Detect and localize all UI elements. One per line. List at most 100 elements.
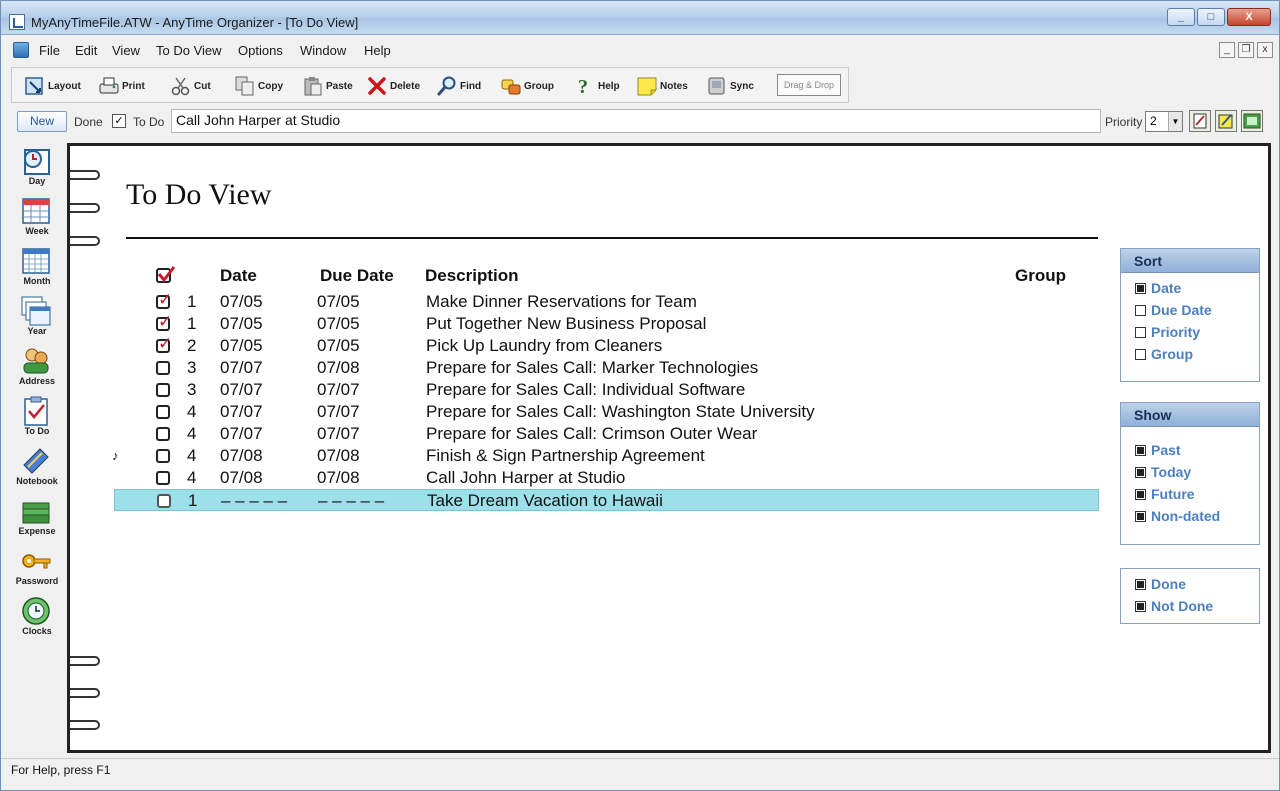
show-option-today[interactable]: Today: [1121, 461, 1259, 483]
copy-button[interactable]: Copy: [234, 72, 283, 100]
todo-done-checkbox[interactable]: [156, 361, 170, 375]
nav-clocks[interactable]: Clocks: [9, 593, 65, 643]
sort-option-due-date[interactable]: Due Date: [1121, 299, 1259, 321]
column-header-group[interactable]: Group: [1015, 266, 1066, 286]
nav-month[interactable]: Month: [9, 243, 65, 293]
delete-button[interactable]: Delete: [366, 72, 420, 100]
todo-row[interactable]: 2 07/05 07/05 Pick Up Laundry from Clean…: [114, 334, 1099, 357]
title-divider: [126, 237, 1098, 239]
todo-done-checkbox[interactable]: [156, 312, 172, 332]
option-checkbox[interactable]: [1135, 305, 1146, 316]
todo-row[interactable]: 3 07/07 07/08 Prepare for Sales Call: Ma…: [114, 357, 1099, 379]
column-header-date[interactable]: Date: [220, 266, 257, 286]
new-button[interactable]: New: [17, 111, 67, 132]
minimize-button[interactable]: _: [1167, 8, 1195, 26]
help-button[interactable]: ? Help: [574, 72, 620, 100]
option-checkbox[interactable]: [1135, 467, 1146, 478]
show-option-past[interactable]: Past: [1121, 439, 1259, 461]
todo-row[interactable]: 1 07/05 07/05 Put Together New Business …: [114, 312, 1099, 335]
nav-password[interactable]: Password: [9, 543, 65, 593]
todo-done-checkbox[interactable]: [156, 383, 170, 397]
app-icon[interactable]: [9, 14, 25, 30]
menu-view[interactable]: View: [112, 43, 140, 58]
menu-todo-view[interactable]: To Do View: [156, 43, 222, 58]
todo-done-checkbox[interactable]: [156, 405, 170, 419]
todo-row[interactable]: 3 07/07 07/07 Prepare for Sales Call: In…: [114, 379, 1099, 401]
todo-description: Prepare for Sales Call: Crimson Outer We…: [426, 424, 758, 443]
todo-done-checkbox[interactable]: [157, 494, 171, 508]
option-checkbox[interactable]: [1135, 349, 1146, 360]
layout-button[interactable]: Layout: [24, 72, 81, 100]
column-header-due-date[interactable]: Due Date: [320, 266, 394, 286]
find-button[interactable]: Find: [436, 72, 481, 100]
header-done-check-icon[interactable]: [156, 264, 176, 289]
print-button[interactable]: Print: [98, 72, 145, 100]
option-checkbox[interactable]: [1135, 445, 1146, 456]
todo-priority: 1: [187, 314, 197, 333]
show-option-future[interactable]: Future: [1121, 483, 1259, 505]
filter-option-not-done[interactable]: Not Done: [1121, 595, 1259, 617]
menu-help[interactable]: Help: [364, 43, 391, 58]
todo-done-checkbox[interactable]: [156, 427, 170, 441]
show-option-non-dated[interactable]: Non-dated: [1121, 505, 1259, 527]
drag-drop-target[interactable]: Drag & Drop: [777, 74, 841, 96]
todo-done-checkbox[interactable]: [156, 290, 172, 310]
printer-icon: [98, 75, 120, 97]
todo-due-date: 07/07: [317, 380, 360, 399]
todo-row[interactable]: 1 07/05 07/05 Make Dinner Reservations f…: [114, 290, 1099, 313]
todo-row[interactable]: 4 07/07 07/07 Prepare for Sales Call: Cr…: [114, 423, 1099, 445]
option-checkbox[interactable]: [1135, 579, 1146, 590]
option-checkbox[interactable]: [1135, 601, 1146, 612]
todo-row[interactable]: 4 07/08 07/08 Call John Harper at Studio: [114, 467, 1099, 489]
sort-option-date[interactable]: Date: [1121, 277, 1259, 299]
todo-row[interactable]: 4 07/07 07/07 Prepare for Sales Call: Wa…: [114, 401, 1099, 423]
close-button[interactable]: X: [1227, 8, 1271, 26]
menu-edit[interactable]: Edit: [75, 43, 97, 58]
menu-options[interactable]: Options: [238, 43, 283, 58]
todo-description: Prepare for Sales Call: Marker Technolog…: [426, 358, 759, 377]
mdi-close-button[interactable]: x: [1257, 42, 1273, 58]
todo-description-input[interactable]: Call John Harper at Studio: [171, 109, 1101, 133]
option-checkbox[interactable]: [1135, 327, 1146, 338]
todo-row[interactable]: ♪ 4 07/08 07/08 Finish & Sign Partnershi…: [112, 445, 1099, 467]
quick-entry-row: New Done ✓ To Do Call John Harper at Stu…: [11, 109, 1273, 135]
option-checkbox[interactable]: [1135, 511, 1146, 522]
sort-option-group[interactable]: Group: [1121, 343, 1259, 365]
edit-note-icon[interactable]: [1215, 110, 1237, 132]
document-menu-icon[interactable]: [13, 42, 29, 58]
todo-done-checkbox[interactable]: [156, 471, 170, 485]
mdi-minimize-button[interactable]: _: [1219, 42, 1235, 58]
notes-label: Notes: [660, 80, 688, 92]
group-button[interactable]: Group: [500, 72, 554, 100]
edit-notebook-icon[interactable]: [1189, 110, 1211, 132]
todo-date: 07/07: [220, 424, 263, 443]
nav-expense[interactable]: Expense: [9, 493, 65, 543]
group-assign-icon[interactable]: [1241, 110, 1263, 132]
nav-week[interactable]: Week: [9, 193, 65, 243]
column-header-description[interactable]: Description: [425, 266, 519, 286]
filter-option-done[interactable]: Done: [1121, 573, 1259, 595]
nav-todo[interactable]: To Do: [9, 393, 65, 443]
notes-button[interactable]: Notes: [636, 72, 688, 100]
nav-notebook[interactable]: Notebook: [9, 443, 65, 493]
done-checkbox[interactable]: ✓: [112, 114, 126, 128]
nav-year[interactable]: Year: [9, 293, 65, 343]
mdi-restore-button[interactable]: ❐: [1238, 42, 1254, 58]
sort-option-priority[interactable]: Priority: [1121, 321, 1259, 343]
cut-button[interactable]: Cut: [170, 72, 211, 100]
note-attached-icon[interactable]: ♪: [112, 448, 119, 463]
paste-button[interactable]: Paste: [302, 72, 353, 100]
maximize-button[interactable]: □: [1197, 8, 1225, 26]
menu-window[interactable]: Window: [300, 43, 346, 58]
todo-priority: 4: [187, 424, 197, 443]
todo-row-selected[interactable]: 1 – – – – – – – – – – Take Dream Vacatio…: [114, 489, 1099, 511]
menu-file[interactable]: File: [39, 43, 60, 58]
todo-done-checkbox[interactable]: [156, 449, 170, 463]
nav-address[interactable]: Address: [9, 343, 65, 393]
option-checkbox[interactable]: [1135, 489, 1146, 500]
option-checkbox[interactable]: [1135, 283, 1146, 294]
priority-select[interactable]: 2 ▼: [1145, 111, 1183, 132]
todo-done-checkbox[interactable]: [156, 334, 172, 354]
sync-button[interactable]: Sync: [706, 72, 754, 100]
nav-day[interactable]: Day: [9, 143, 65, 193]
